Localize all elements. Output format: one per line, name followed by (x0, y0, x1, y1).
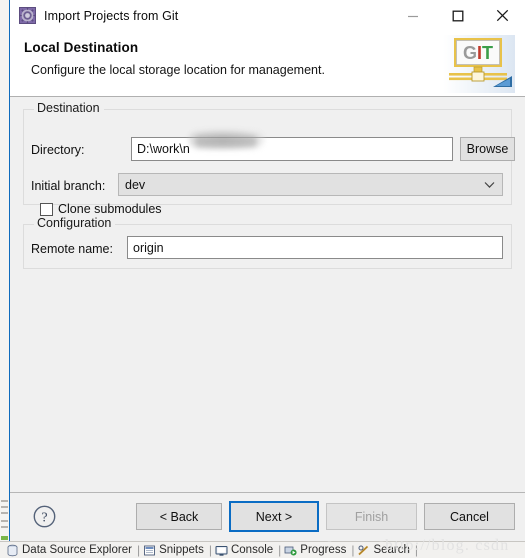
clone-submodules-label: Clone submodules (58, 202, 162, 216)
initial-branch-value: dev (125, 177, 146, 192)
progress-icon (284, 544, 297, 557)
eclipse-tab-label: Progress (300, 543, 347, 556)
close-icon (496, 9, 509, 22)
eclipse-view-tabbar[interactable]: Data Source Explorer | Snippets | Consol… (0, 541, 525, 558)
destination-group: Destination Directory: D:\work\n Browse … (23, 101, 515, 216)
configuration-group: Configuration Remote name: origin (23, 216, 512, 269)
git-logo-icon: GIT (443, 35, 515, 93)
minimize-icon (407, 10, 419, 22)
eclipse-tab-console[interactable]: Console (213, 542, 277, 558)
directory-label: Directory: (31, 143, 85, 157)
finish-button: Finish (326, 503, 417, 530)
next-button[interactable]: Next > (229, 501, 319, 532)
minimize-button[interactable] (390, 0, 435, 31)
maximize-button[interactable] (435, 0, 480, 31)
initial-branch-select[interactable]: dev (118, 173, 503, 196)
remote-name-label: Remote name: (31, 242, 113, 256)
database-icon (6, 544, 19, 557)
remote-name-input[interactable]: origin (127, 236, 503, 259)
title-bar[interactable]: Import Projects from Git (10, 0, 525, 31)
back-button[interactable]: < Back (136, 503, 222, 530)
directory-input[interactable]: D:\work\n (131, 137, 453, 161)
window-controls (390, 0, 525, 31)
remote-name-value: origin (133, 240, 164, 255)
eclipse-tab-label: Data Source Explorer (22, 543, 132, 556)
eclipse-wizard-icon (19, 7, 36, 24)
eclipse-tab-data-source-explorer[interactable]: Data Source Explorer (4, 542, 136, 558)
destination-group-legend: Destination (34, 101, 104, 115)
eclipse-tab-search[interactable]: Search (355, 542, 413, 558)
svg-text:GIT: GIT (463, 43, 493, 63)
page-subtitle: Configure the local storage location for… (31, 63, 325, 77)
eclipse-tab-label: Snippets (159, 543, 204, 556)
eclipse-tab-label: Console (230, 543, 274, 556)
wizard-content: Destination Directory: D:\work\n Browse … (10, 98, 525, 492)
wizard-header: Local Destination Configure the local st… (10, 31, 525, 97)
search-icon (357, 544, 370, 557)
chevron-down-icon (484, 181, 495, 188)
configuration-group-legend: Configuration (34, 216, 116, 230)
tab-separator: | (414, 543, 419, 557)
svg-text:?: ? (41, 511, 47, 526)
initial-branch-label: Initial branch: (31, 179, 106, 193)
snippets-icon (143, 544, 156, 557)
window-title: Import Projects from Git (44, 8, 179, 23)
eclipse-tab-snippets[interactable]: Snippets (141, 542, 208, 558)
help-button[interactable]: ? (33, 505, 56, 528)
cancel-button[interactable]: Cancel (424, 503, 515, 530)
maximize-icon (452, 10, 464, 22)
import-projects-from-git-dialog: Import Projects from Git Local Destinati… (9, 0, 525, 542)
console-icon (215, 544, 228, 557)
dialog-button-bar: ? < Back Next > Finish Cancel (10, 492, 525, 541)
eclipse-tab-label: Search (373, 543, 410, 556)
eclipse-tab-progress[interactable]: Progress (282, 542, 350, 558)
directory-input-value: D:\work\n (137, 142, 190, 156)
page-title: Local Destination (24, 40, 139, 55)
close-button[interactable] (480, 0, 525, 31)
browse-button[interactable]: Browse (460, 137, 515, 161)
clone-submodules-checkbox[interactable] (40, 202, 53, 216)
clone-submodules-row[interactable]: Clone submodules (40, 202, 162, 216)
